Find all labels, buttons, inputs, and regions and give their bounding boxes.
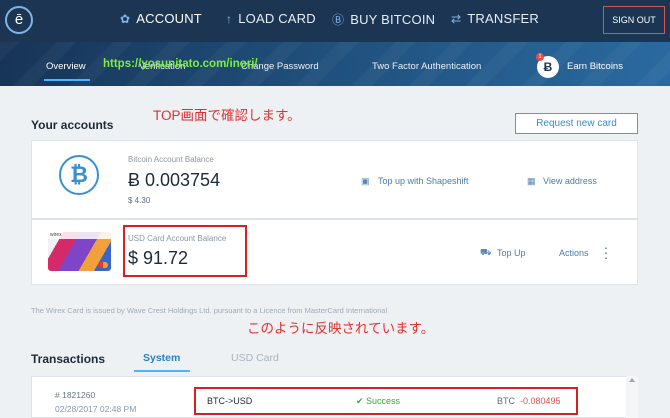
wirex-logo[interactable]: ē <box>5 6 33 34</box>
top-nav: ē ✿ ACCOUNT ↑ LOAD CARD Ⓑ BUY BITCOIN ⇄ TRAN… <box>0 0 670 42</box>
nav-buy-bitcoin-label: BUY BITCOIN <box>350 12 436 27</box>
gear-icon: ✿ <box>120 12 131 26</box>
active-tab-indicator <box>44 79 90 81</box>
tab-usd-card[interactable]: USD Card <box>231 352 279 364</box>
view-address-link[interactable]: View address <box>543 176 597 186</box>
nav-load-card[interactable]: ↑ LOAD CARD <box>226 11 316 26</box>
nav-transfer[interactable]: ⇄ TRANSFER <box>451 11 539 26</box>
usd-actions-link[interactable]: Actions <box>559 248 589 258</box>
transaction-currency: BTC <box>497 396 515 406</box>
sign-out-button[interactable]: SIGN OUT <box>603 6 665 34</box>
nav-load-card-label: LOAD CARD <box>238 11 316 26</box>
card-image: wirex <box>48 232 111 271</box>
url-watermark: https://yosunitato.com/inori/ <box>103 58 258 70</box>
scrollbar[interactable] <box>626 376 638 418</box>
nav-account-label: ACCOUNT <box>136 11 202 26</box>
transaction-id: # 1821260 <box>55 390 96 400</box>
subnav-two-factor[interactable]: Two Factor Authentication <box>372 61 481 72</box>
bitcoin-icon: Ⓑ <box>332 13 345 27</box>
request-new-card-button[interactable]: Request new card <box>515 113 638 134</box>
earn-bitcoins-link[interactable]: Earn Bitcoins <box>567 61 623 72</box>
transaction-type: BTC->USD <box>207 396 253 406</box>
accounts-title: Your accounts <box>31 118 114 132</box>
scroll-up-arrow-icon[interactable] <box>629 378 635 382</box>
arrow-up-icon: ↑ <box>226 12 233 26</box>
usd-topup-link[interactable]: Top Up <box>497 248 526 258</box>
transaction-date: 02/28/2017 02:48 PM <box>55 404 137 414</box>
nav-buy-bitcoin[interactable]: Ⓑ BUY BITCOIN <box>332 11 435 28</box>
card-brand-strip: wirex <box>48 232 111 239</box>
qr-code-icon: ▦ <box>527 176 536 186</box>
bitcoin-balance-label: Bitcoin Account Balance <box>128 155 214 164</box>
check-icon: ✔ <box>356 396 367 406</box>
bitcoin-balance-value: Ƀ 0.003754 <box>128 170 221 190</box>
annotation-top: TOP画面で確認します。 <box>153 108 301 123</box>
subnav-overview[interactable]: Overview <box>46 61 86 72</box>
card-issuer-note: The Wirex Card is issued by Wave Crest H… <box>31 306 388 315</box>
system-tab-indicator <box>134 370 190 372</box>
more-options-icon[interactable]: · · · <box>603 240 609 264</box>
bitcoin-fiat-value: $ 4.30 <box>128 196 151 205</box>
topup-icon: ⛟ <box>480 247 492 257</box>
notification-badge: 1 <box>536 53 544 61</box>
bitcoin-icon: ₿ <box>59 155 99 195</box>
transaction-status-label: Success <box>366 396 401 406</box>
shapeshift-icon: ▣ <box>361 176 370 186</box>
highlight-box-balance <box>123 225 247 277</box>
annotation-reflected: このように反映されています。 <box>247 321 435 336</box>
topup-shapeshift-link[interactable]: Top up with Shapeshift <box>378 176 469 186</box>
transaction-amount: -0.080495 <box>520 396 561 406</box>
transfer-icon: ⇄ <box>451 12 462 26</box>
nav-account[interactable]: ✿ ACCOUNT <box>120 11 202 26</box>
transaction-status: ✔ Success <box>356 396 400 407</box>
nav-transfer-label: TRANSFER <box>467 11 539 26</box>
tab-system[interactable]: System <box>143 352 180 364</box>
mastercard-logo <box>98 262 108 268</box>
transactions-title: Transactions <box>31 352 106 366</box>
